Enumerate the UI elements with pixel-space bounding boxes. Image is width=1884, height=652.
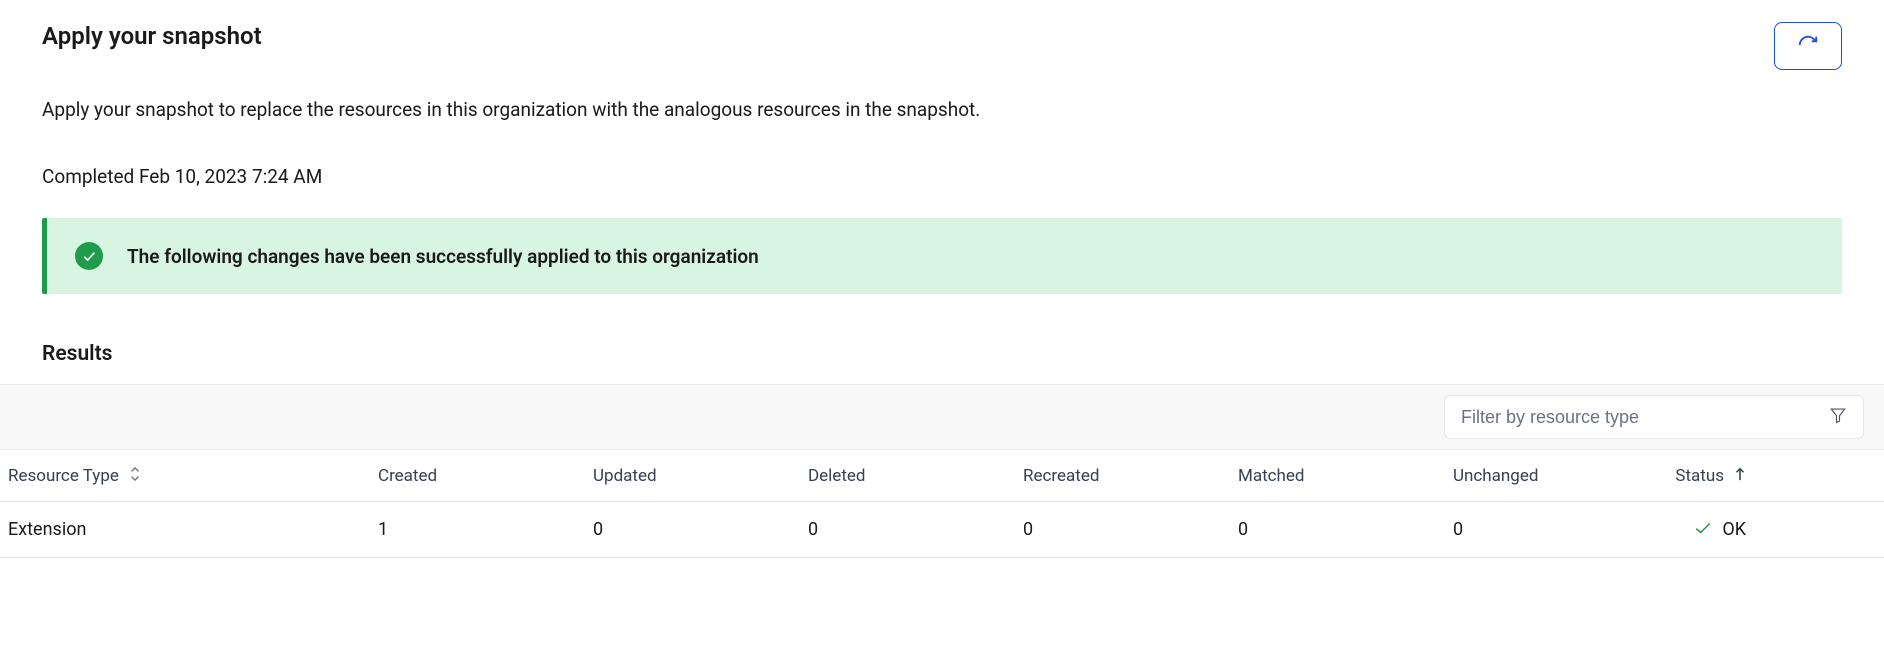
column-label: Matched — [1238, 466, 1305, 486]
column-label: Status — [1675, 466, 1724, 486]
column-label: Resource Type — [8, 466, 119, 486]
table-row: Extension 1 0 0 0 0 0 OK — [0, 502, 1884, 558]
cell-status: OK — [1668, 519, 1876, 540]
results-heading: Results — [0, 294, 1884, 384]
column-header-deleted[interactable]: Deleted — [808, 466, 1023, 486]
cell-unchanged: 0 — [1453, 519, 1668, 540]
check-circle-icon — [75, 242, 103, 270]
column-header-unchanged[interactable]: Unchanged — [1453, 466, 1668, 486]
cell-created: 1 — [378, 519, 593, 540]
page-title: Apply your snapshot — [42, 22, 262, 50]
column-header-created[interactable]: Created — [378, 466, 593, 486]
status-text: OK — [1722, 519, 1746, 540]
cell-recreated: 0 — [1023, 519, 1238, 540]
completion-status: Completed Feb 10, 2023 7:24 AM — [0, 121, 1884, 188]
column-label: Updated — [593, 466, 657, 486]
column-label: Deleted — [808, 466, 865, 486]
refresh-icon — [1797, 34, 1819, 59]
success-banner: The following changes have been successf… — [42, 218, 1842, 294]
column-label: Unchanged — [1453, 466, 1538, 486]
sort-icon — [129, 466, 141, 486]
page-description: Apply your snapshot to replace the resou… — [0, 70, 1884, 121]
column-header-updated[interactable]: Updated — [593, 466, 808, 486]
column-header-matched[interactable]: Matched — [1238, 466, 1453, 486]
filter-icon — [1829, 406, 1847, 428]
cell-matched: 0 — [1238, 519, 1453, 540]
success-message: The following changes have been successf… — [127, 245, 759, 268]
column-label: Created — [378, 466, 437, 486]
cell-resource-type: Extension — [8, 519, 378, 540]
filter-input[interactable] — [1461, 407, 1829, 428]
refresh-button[interactable] — [1774, 22, 1842, 70]
filter-bar — [0, 384, 1884, 450]
column-header-status[interactable]: Status — [1668, 466, 1876, 486]
column-header-recreated[interactable]: Recreated — [1023, 466, 1238, 486]
filter-box[interactable] — [1444, 395, 1864, 439]
cell-deleted: 0 — [808, 519, 1023, 540]
sort-ascending-icon — [1734, 466, 1746, 486]
column-label: Recreated — [1023, 466, 1099, 486]
cell-updated: 0 — [593, 519, 808, 540]
check-icon — [1694, 519, 1712, 540]
column-header-resource-type[interactable]: Resource Type — [8, 466, 378, 486]
results-table: Resource Type Created Updated Deleted Re… — [0, 450, 1884, 558]
table-header-row: Resource Type Created Updated Deleted Re… — [0, 450, 1884, 502]
